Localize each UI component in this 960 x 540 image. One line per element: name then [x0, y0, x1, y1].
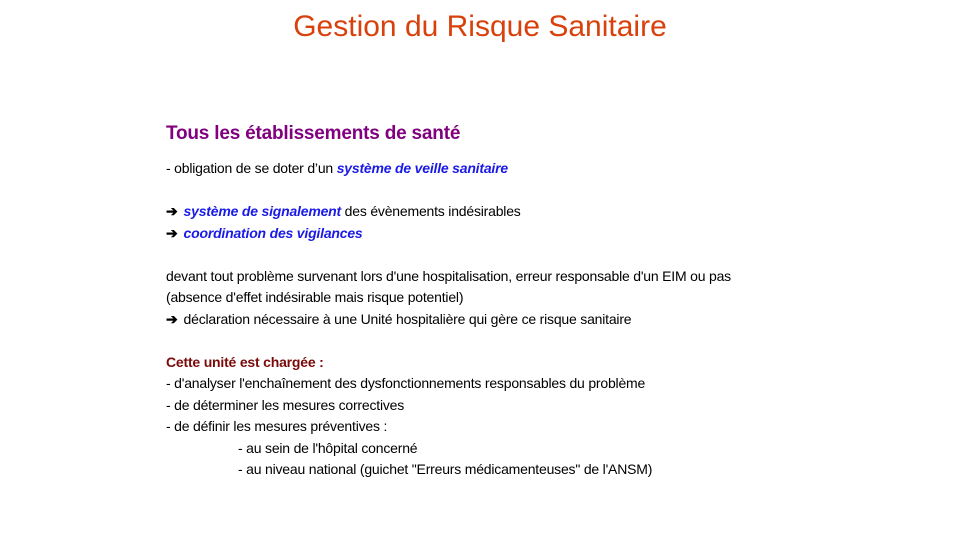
task-item: - de déterminer les mesures correctives: [166, 396, 405, 413]
paragraph-line-1: devant tout problème survenant lors d'un…: [166, 267, 731, 284]
arrow-right-icon: ➔: [166, 203, 178, 219]
unit-heading: Cette unité est chargée :: [166, 353, 324, 370]
paragraph-line-2: (absence d'effet indésirable mais risque…: [166, 289, 464, 305]
obligation-emphasis: système de veille sanitaire: [336, 160, 508, 176]
task-item: - d'analyser l'enchaînement des dysfonct…: [166, 375, 646, 391]
slide-title: Gestion du Risque Sanitaire: [293, 10, 667, 43]
obligation-prefix: - obligation de se doter d’un: [166, 160, 337, 176]
arrow-right-icon: ➔: [166, 224, 178, 241]
signalement-line: ➔ système de signalement des évènements i…: [166, 201, 866, 223]
slide: Gestion du Risque Sanitaire Tous les éta…: [0, 0, 960, 540]
declaration-text: déclaration nécessaire à une Unité hospi…: [183, 310, 632, 327]
obligation-line: - obligation de se doter d’un système de…: [166, 158, 866, 180]
arrow-right-icon: ➔: [166, 310, 178, 327]
coordination-line: ➔ coordination des vigilances: [166, 223, 866, 245]
task-item: - de définir les mesures préventives :: [166, 418, 388, 434]
sub-task-item: - au sein de l'hôpital concerné: [238, 439, 418, 456]
section-heading: Tous les établissements de santé: [166, 123, 461, 144]
sub-task-item: - au niveau national (guichet "Erreurs m…: [238, 461, 653, 477]
slide-content: Tous les établissements de santé - oblig…: [166, 120, 866, 481]
signalement-emphasis: système de signalement: [183, 203, 342, 219]
declaration-line: ➔ déclaration nécessaire à une Unité hosp…: [166, 309, 866, 331]
coordination-emphasis: coordination des vigilances: [183, 224, 363, 241]
signalement-rest: des évènements indésirables: [340, 203, 521, 219]
